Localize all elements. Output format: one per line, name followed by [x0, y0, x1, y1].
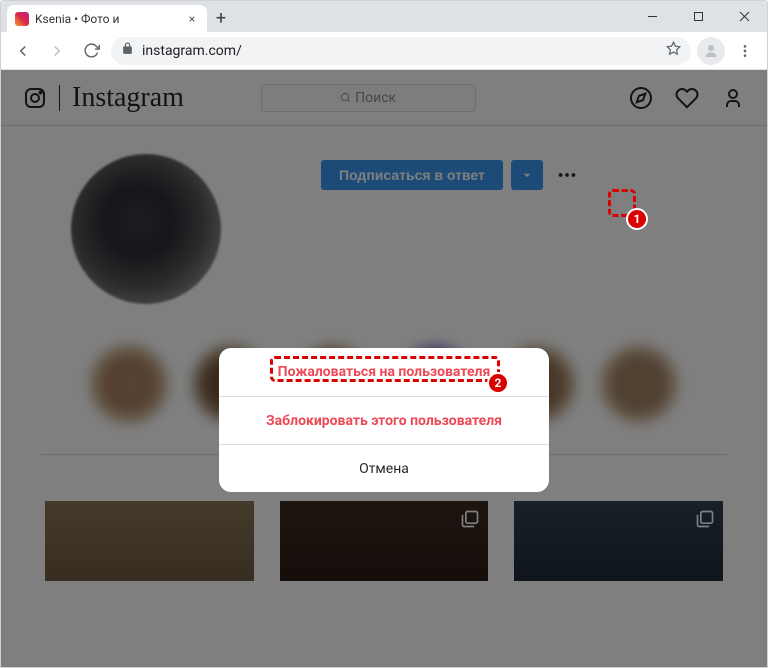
bookmark-icon[interactable]: [666, 41, 681, 60]
instagram-favicon: [15, 12, 29, 26]
maximize-button[interactable]: [675, 1, 721, 32]
report-user-option[interactable]: Пожаловаться на пользователя: [219, 348, 549, 396]
browser-window: Ksenia • Фото и × + instagram.com/: [0, 0, 768, 668]
browser-toolbar: instagram.com/: [1, 32, 767, 70]
profile-avatar-button[interactable]: [697, 37, 725, 65]
forward-button[interactable]: [43, 37, 71, 65]
back-button[interactable]: [9, 37, 37, 65]
tab-title: Ksenia • Фото и: [35, 12, 179, 26]
lock-icon: [121, 42, 134, 59]
window-close-button[interactable]: [721, 1, 767, 32]
address-bar[interactable]: instagram.com/: [111, 37, 691, 65]
titlebar: Ksenia • Фото и × +: [1, 1, 767, 32]
reload-button[interactable]: [77, 37, 105, 65]
modal-overlay[interactable]: Пожаловаться на пользователя Заблокирова…: [1, 70, 767, 667]
block-user-option[interactable]: Заблокировать этого пользователя: [219, 396, 549, 444]
browser-tab[interactable]: Ksenia • Фото и ×: [7, 5, 207, 32]
page-content: Instagram Поиск Подписаться в ответ: [1, 70, 767, 667]
menu-button[interactable]: [731, 37, 759, 65]
cancel-option[interactable]: Отмена: [219, 444, 549, 492]
options-modal: Пожаловаться на пользователя Заблокирова…: [219, 348, 549, 492]
close-tab-icon[interactable]: ×: [185, 12, 199, 26]
new-tab-button[interactable]: +: [207, 5, 235, 32]
window-controls: [629, 1, 767, 32]
url-text: instagram.com/: [142, 43, 242, 59]
minimize-button[interactable]: [629, 1, 675, 32]
